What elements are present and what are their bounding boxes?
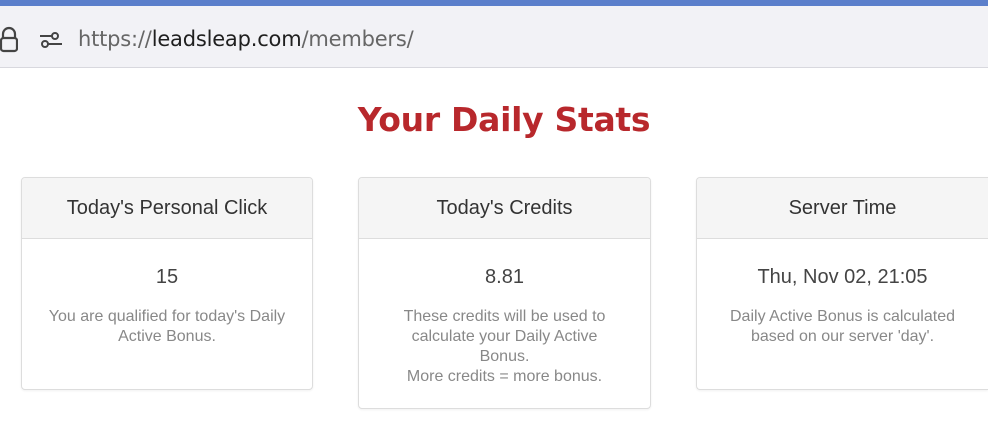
url-scheme: https:// <box>78 27 152 51</box>
url-path: /members/ <box>301 27 414 51</box>
server-time-card: Server Time Thu, Nov 02, 21:05 Daily Act… <box>696 177 988 390</box>
note-line: More credits = more bonus. <box>406 368 603 385</box>
card-header: Server Time <box>697 178 988 239</box>
address-bar[interactable]: https://leadsleap.com/members/ <box>0 6 988 68</box>
note-line: Active Bonus. <box>118 328 216 345</box>
url-text[interactable]: https://leadsleap.com/members/ <box>78 27 414 51</box>
note-line: You are qualified for today's Daily <box>48 308 286 325</box>
note-line: calculate your Daily Active <box>411 328 598 345</box>
server-time-value: Thu, Nov 02, 21:05 <box>757 266 928 288</box>
url-host: leadsleap.com <box>151 27 302 51</box>
card-header: Today's Personal Click <box>22 178 312 239</box>
personal-click-value: 15 <box>155 266 179 288</box>
note-line: Daily Active Bonus is calculated <box>730 308 955 325</box>
card-header: Today's Credits <box>359 178 650 239</box>
note-line: These credits will be used to <box>403 308 606 325</box>
card-note: You are qualified for today's Daily Acti… <box>22 307 312 347</box>
card-note: These credits will be used to calculate … <box>359 307 650 387</box>
personal-click-card: Today's Personal Click 15 You are qualif… <box>21 177 313 390</box>
note-line: based on our server 'day'. <box>750 328 935 345</box>
card-note: Daily Active Bonus is calculated based o… <box>697 307 988 347</box>
page-title: Your Daily Stats <box>357 100 651 139</box>
credits-card: Today's Credits 8.81 These credits will … <box>358 177 651 409</box>
credits-value: 8.81 <box>485 266 524 288</box>
lock-icon[interactable] <box>0 26 18 54</box>
page-settings-icon[interactable] <box>39 30 63 50</box>
note-line: Bonus. <box>479 348 530 365</box>
